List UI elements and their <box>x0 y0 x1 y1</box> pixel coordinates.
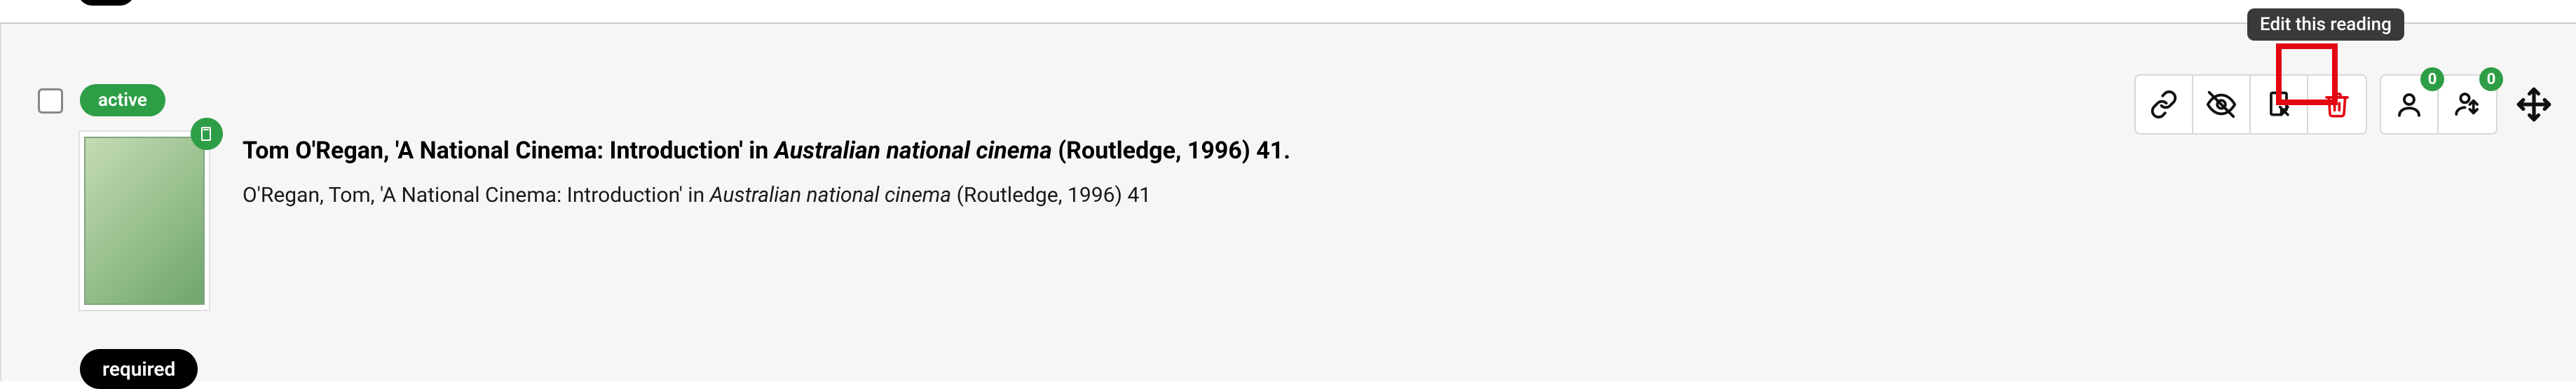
title-author: Tom O'Regan, 'A National Cinema: Introdu… <box>243 137 775 165</box>
sub-author: O'Regan, Tom, 'A National Cinema: Introd… <box>243 183 710 207</box>
students-count-badge: 0 <box>2479 67 2503 91</box>
sub-source: Australian national cinema <box>710 183 952 207</box>
visibility-off-icon <box>2205 88 2237 121</box>
move-icon <box>2516 86 2552 123</box>
edit-tooltip-label: Edit this reading <box>2260 14 2392 35</box>
reading-subtitle: O'Regan, Tom, 'A National Cinema: Introd… <box>243 183 2141 207</box>
instructors-count: 0 <box>2428 71 2437 88</box>
person-icon <box>2394 90 2424 119</box>
reading-row: active Tom O'Regan, 'A National Cinema: … <box>0 24 2576 381</box>
title-source: Australian national cinema <box>775 137 1052 165</box>
edit-tooltip: Edit this reading <box>2247 8 2404 41</box>
title-tail: (Routledge, 1996) 41. <box>1052 137 1290 165</box>
reading-title[interactable]: Tom O'Regan, 'A National Cinema: Introdu… <box>243 136 2141 166</box>
book-thumbnail[interactable] <box>79 130 210 311</box>
book-type-badge <box>191 118 223 150</box>
select-checkbox[interactable] <box>38 88 63 114</box>
delete-button[interactable] <box>2308 76 2366 133</box>
reading-text: Tom O'Regan, 'A National Cinema: Introdu… <box>243 136 2141 207</box>
students-button[interactable]: 0 <box>2439 76 2496 133</box>
link-button[interactable] <box>2136 76 2193 133</box>
toolbar-group-users: 0 0 <box>2380 74 2497 135</box>
instructors-count-badge: 0 <box>2420 67 2444 91</box>
row-toolbar: 0 0 <box>2134 74 2555 135</box>
edit-button[interactable] <box>2251 76 2308 133</box>
drag-handle[interactable] <box>2513 83 2555 125</box>
toolbar-group-main <box>2134 74 2367 135</box>
instructors-button[interactable]: 0 <box>2381 76 2439 133</box>
hidden-top-pill <box>77 0 135 6</box>
students-count: 0 <box>2487 71 2496 88</box>
person-swap-icon <box>2453 90 2482 119</box>
trash-icon <box>2323 90 2351 118</box>
book-icon <box>198 125 215 142</box>
hide-button[interactable] <box>2193 76 2251 133</box>
sub-tail: (Routledge, 1996) 41 <box>951 183 1151 207</box>
status-label: active <box>98 90 147 111</box>
importance-label: required <box>102 357 175 381</box>
link-icon <box>2149 90 2179 119</box>
importance-badge: required <box>80 349 198 389</box>
book-cover <box>84 137 205 305</box>
edit-note-icon <box>2263 89 2294 120</box>
status-badge: active <box>80 84 165 116</box>
